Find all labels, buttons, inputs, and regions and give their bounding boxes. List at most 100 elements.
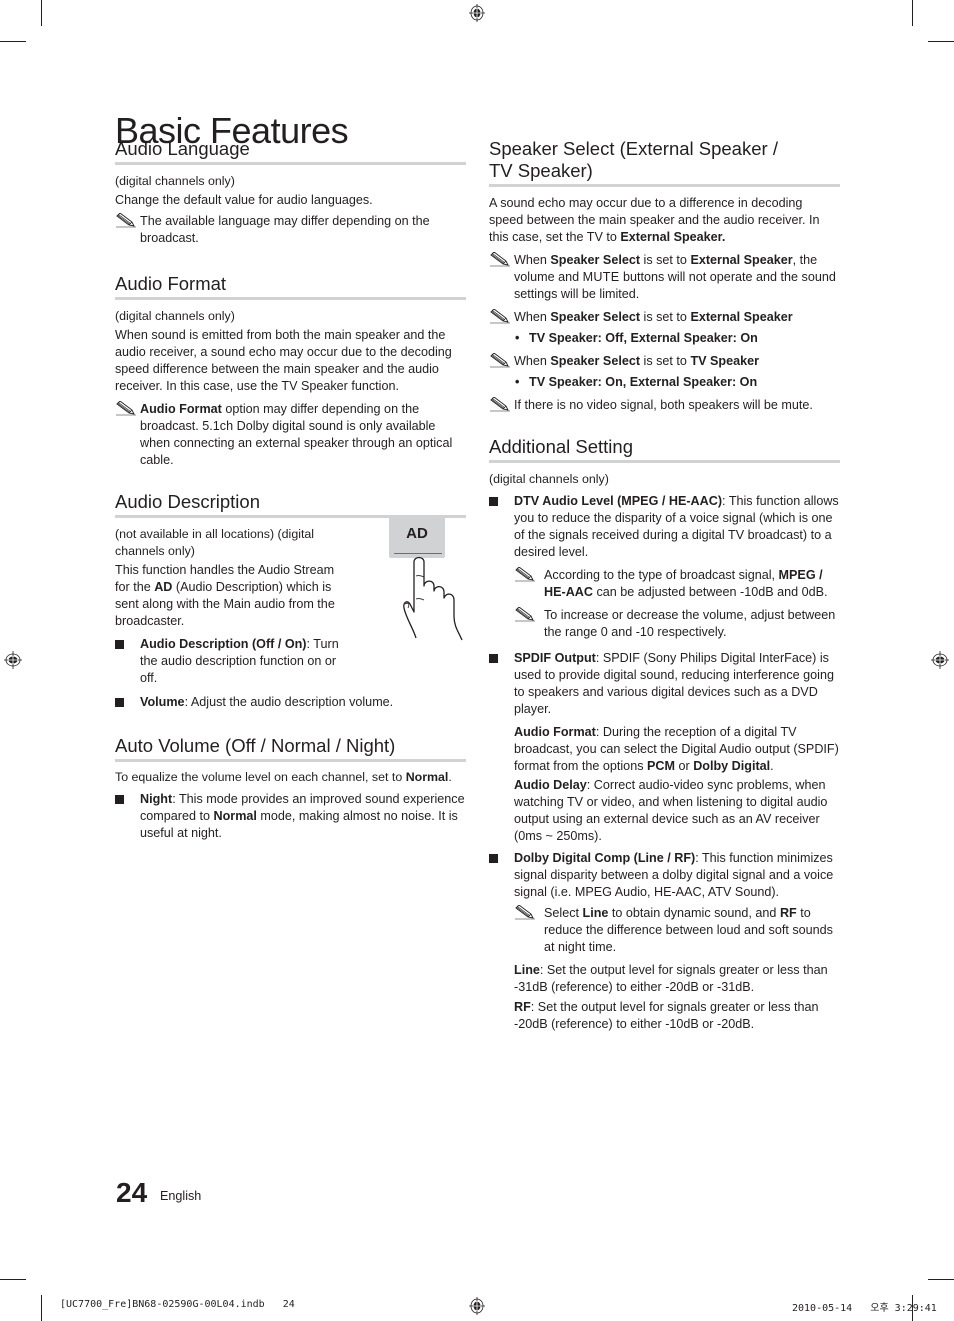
section-audio-language: Audio Language (digital channels only) C… xyxy=(115,138,466,247)
registration-mark-bottom-icon xyxy=(469,1297,485,1315)
registration-mark-top-icon xyxy=(469,4,485,22)
bullet-item-spdif-output: SPDIF Output: SPDIF (Sony Philips Digita… xyxy=(489,650,840,718)
body-text: When sound is emitted from both the main… xyxy=(115,328,452,393)
note-pencil-icon xyxy=(489,353,511,368)
note-text: Select xyxy=(544,906,583,920)
crop-mark-top-left xyxy=(41,0,42,26)
section-title: Auto Volume (Off / Normal / Night) xyxy=(115,735,466,762)
crop-mark-top-left-h xyxy=(0,41,26,42)
note-text: is set to xyxy=(640,354,691,368)
section-auto-volume: Auto Volume (Off / Normal / Night) To eq… xyxy=(115,735,466,842)
section-audio-format: Audio Format (digital channels only) Whe… xyxy=(115,273,466,469)
note-bold: Speaker Select xyxy=(550,253,641,267)
note-text: can be adjusted between -10dB and 0dB. xyxy=(592,585,828,599)
scope-note: (digital channels only) xyxy=(115,174,235,188)
square-bullet-icon xyxy=(489,654,498,663)
item-text: : Set the output level for signals great… xyxy=(514,963,828,994)
note-text: The available language may differ depend… xyxy=(140,214,430,245)
square-bullet-icon xyxy=(115,698,124,707)
item-label: Audio Delay xyxy=(514,778,587,792)
note: To increase or decrease the volume, adju… xyxy=(489,607,840,641)
item-text: : Adjust the audio description volume. xyxy=(184,695,394,709)
item-label: RF xyxy=(514,1000,531,1014)
note-pencil-icon xyxy=(489,309,511,324)
note-bold: TV Speaker xyxy=(690,354,760,368)
note-bold: RF xyxy=(779,906,797,920)
note-bold: External Speaker xyxy=(690,310,793,324)
item-label: Dolby Digital Comp (Line / RF) xyxy=(514,851,696,865)
note-text: If there is no video signal, both speake… xyxy=(514,398,813,412)
bullet-item: TV Speaker: Off, External Speaker: On xyxy=(489,330,840,347)
item-label: SPDIF Output xyxy=(514,651,596,665)
body-bold: AD xyxy=(154,580,173,594)
note-text: is set to xyxy=(640,253,691,267)
note: When Speaker Select is set to TV Speaker xyxy=(489,353,840,370)
footer-file-info: [UC7700_Fre]BN68-02590G-00L04.indb 24 xyxy=(60,1299,295,1310)
square-bullet-icon xyxy=(115,640,124,649)
square-bullet-icon xyxy=(489,854,498,863)
footer-timestamp: 2010-05-14 오후 3:29:41 xyxy=(792,1303,937,1314)
note-bold: Audio Format xyxy=(140,402,222,416)
item-label: DTV Audio Level (MPEG / HE-AAC) xyxy=(514,494,723,508)
item-text: . xyxy=(770,759,774,773)
note-text: According to the type of broadcast signa… xyxy=(544,568,779,582)
bullet-item: Night: This mode provides an improved so… xyxy=(115,791,466,842)
note-bold: Speaker Select xyxy=(550,310,641,324)
note-pencil-icon xyxy=(115,213,137,228)
section-title: Audio Description xyxy=(115,491,466,518)
note-pencil-icon xyxy=(115,401,137,416)
body-bold: Normal xyxy=(405,770,449,784)
note-pencil-icon xyxy=(489,252,511,267)
bullet-item: TV Speaker: On, External Speaker: On xyxy=(489,374,840,391)
note: The available language may differ depend… xyxy=(115,213,466,247)
note: Audio Format option may differ depending… xyxy=(115,401,466,469)
note-text: When xyxy=(514,310,551,324)
note: When Speaker Select is set to External S… xyxy=(489,309,840,326)
note-text: to obtain dynamic sound, and xyxy=(608,906,780,920)
scope-note: (not available in all locations) (digita… xyxy=(115,527,315,558)
registration-mark-left-icon xyxy=(4,651,22,669)
page-number: 24 xyxy=(116,1177,148,1208)
note: According to the type of broadcast signa… xyxy=(489,567,840,601)
note-bold: MUTE xyxy=(582,270,620,284)
left-column: Audio Language (digital channels only) C… xyxy=(115,138,466,860)
bullet-item: Audio Description (Off / On): Turn the a… xyxy=(115,636,347,687)
note-bold: Line xyxy=(582,906,609,920)
pointing-hand-icon xyxy=(403,556,463,641)
section-title: Speaker Select (External Speaker / TV Sp… xyxy=(489,138,840,187)
item-label: Volume xyxy=(140,695,185,709)
item-label: Line xyxy=(514,963,540,977)
note: If there is no video signal, both speake… xyxy=(489,397,840,414)
page-language: English xyxy=(160,1189,202,1203)
spdif-audio-format: Audio Format: During the reception of a … xyxy=(489,724,840,775)
spdif-audio-delay: Audio Delay: Correct audio-video sync pr… xyxy=(489,777,840,845)
registration-mark-right-icon xyxy=(931,651,949,669)
note-text: To increase or decrease the volume, adju… xyxy=(544,608,836,639)
body-text: This function handles the Audio Stream f… xyxy=(115,562,347,630)
note-pencil-icon xyxy=(514,607,536,622)
note-bold: Speaker Select xyxy=(550,354,641,368)
section-additional-setting: Additional Setting (digital channels onl… xyxy=(489,436,840,1033)
note: Select Line to obtain dynamic sound, and… xyxy=(489,905,840,956)
body-text: Change the default value for audio langu… xyxy=(115,193,373,207)
right-column: Speaker Select (External Speaker / TV Sp… xyxy=(489,138,840,1051)
item-text: : Set the output level for signals great… xyxy=(514,1000,819,1031)
note-text: is set to xyxy=(640,310,691,324)
crop-mark-bottom-left xyxy=(41,1295,42,1321)
crop-mark-bottom-left-h xyxy=(0,1279,26,1280)
item-label: Audio Format xyxy=(514,725,596,739)
body-text-part: . xyxy=(448,770,452,784)
item-bold: Dolby Digital xyxy=(693,759,771,773)
note-pencil-icon xyxy=(514,905,536,920)
square-bullet-icon xyxy=(115,795,124,804)
bullet-item-dtv-audio-level: DTV Audio Level (MPEG / HE-AAC): This fu… xyxy=(489,493,840,561)
item-bold: PCM xyxy=(647,759,675,773)
body-text: To equalize the volume level on each cha… xyxy=(115,769,466,786)
dolby-rf: RF: Set the output level for signals gre… xyxy=(489,999,840,1033)
note-text: When xyxy=(514,253,551,267)
item-label: Audio Description (Off / On) xyxy=(140,637,307,651)
bullet-item-dolby-digital-comp: Dolby Digital Comp (Line / RF): This fun… xyxy=(489,850,840,901)
item-label: Night xyxy=(140,792,173,806)
note: When Speaker Select is set to External S… xyxy=(489,252,840,303)
item-bold: Normal xyxy=(213,809,257,823)
